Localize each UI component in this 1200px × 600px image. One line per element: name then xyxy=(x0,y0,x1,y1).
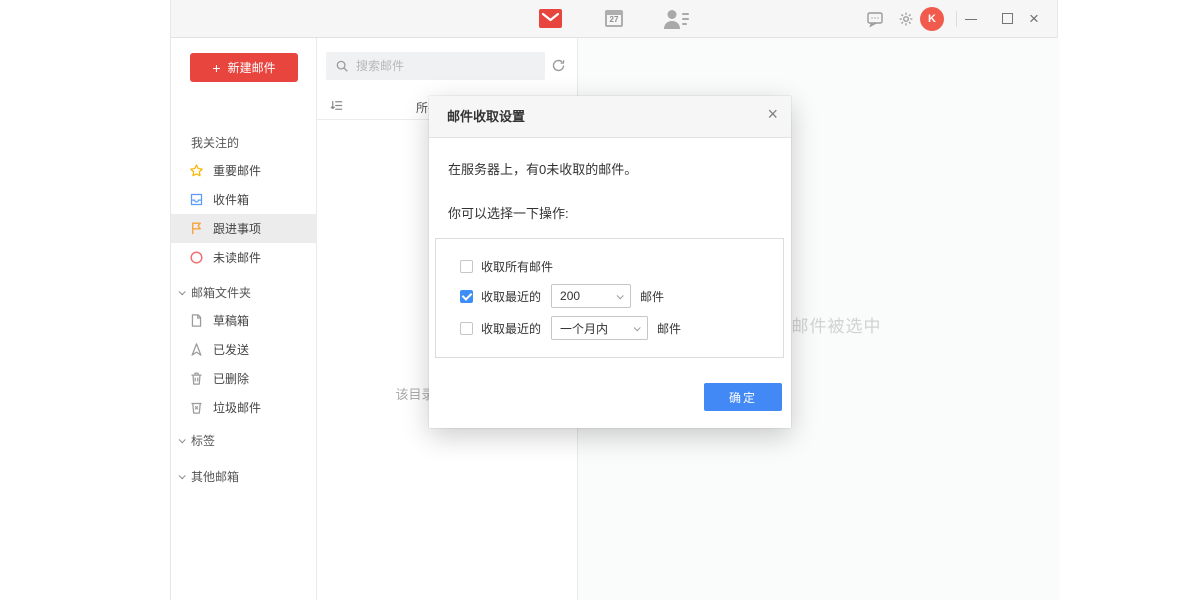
sidebar-item-label: 已发送 xyxy=(213,341,249,358)
sidebar-item-inbox[interactable]: 收件箱 xyxy=(171,185,317,214)
dialog-message: 在服务器上，有0未收取的邮件。 xyxy=(448,159,637,178)
confirm-button[interactable]: 确定 xyxy=(704,383,782,411)
sidebar-item-label: 垃圾邮件 xyxy=(213,399,261,416)
trash-icon xyxy=(189,371,204,386)
chevron-down-icon xyxy=(617,292,624,299)
labels-group-header[interactable]: 标签 xyxy=(179,432,215,449)
junk-icon xyxy=(189,400,204,415)
maximize-button[interactable] xyxy=(1002,13,1013,24)
period-select-value: 一个月内 xyxy=(560,320,608,337)
other-mailbox-group-label: 其他邮箱 xyxy=(191,468,239,485)
refresh-icon[interactable] xyxy=(551,58,566,73)
flag-icon xyxy=(189,221,204,236)
draft-icon xyxy=(189,313,204,328)
sidebar-item-label: 收件箱 xyxy=(213,191,249,208)
topbar-divider xyxy=(956,11,957,27)
option-label[interactable]: 收取最近的 xyxy=(481,320,541,337)
mail-retrieval-settings-dialog: 邮件收取设置 × 在服务器上，有0未收取的邮件。 你可以选择一下操作: 收取所有… xyxy=(429,96,791,428)
contacts-tab-icon[interactable] xyxy=(663,9,689,34)
chevron-down-icon xyxy=(179,288,186,295)
sort-icon[interactable] xyxy=(329,98,344,113)
option-label[interactable]: 收取最近的 xyxy=(481,288,541,305)
sent-icon xyxy=(189,342,204,357)
option-row-recent-period: 收取最近的 一个月内 邮件 xyxy=(460,316,681,340)
checkbox-recent-period[interactable] xyxy=(460,322,473,335)
minimize-button[interactable] xyxy=(964,12,978,26)
folders-group-header[interactable]: 邮箱文件夹 xyxy=(179,284,251,301)
sidebar-item-junk[interactable]: 垃圾邮件 xyxy=(171,393,317,422)
window-close-button[interactable]: × xyxy=(1029,7,1039,31)
feedback-icon[interactable] xyxy=(867,12,883,32)
chevron-down-icon xyxy=(179,472,186,479)
search-icon xyxy=(335,59,349,73)
dialog-prompt: 你可以选择一下操作: xyxy=(448,203,569,222)
avatar[interactable]: K xyxy=(920,7,944,31)
search-box[interactable] xyxy=(326,52,545,80)
plus-icon: + xyxy=(212,61,220,75)
period-select[interactable]: 一个月内 xyxy=(551,316,648,340)
checkbox-recent-count[interactable] xyxy=(460,290,473,303)
sidebar-item-sent[interactable]: 已发送 xyxy=(171,335,317,364)
dialog-close-icon[interactable]: × xyxy=(767,104,778,125)
dialog-title: 邮件收取设置 xyxy=(447,109,525,124)
sidebar: + 新建邮件 我关注的 重要邮件 收件箱 跟进事项 未读邮件 xyxy=(171,38,317,600)
sidebar-item-deleted[interactable]: 已删除 xyxy=(171,364,317,393)
labels-group-label: 标签 xyxy=(191,432,215,449)
sidebar-item-label: 跟进事项 xyxy=(213,220,261,237)
sidebar-item-followups[interactable]: 跟进事项 xyxy=(171,214,317,243)
count-select-value: 200 xyxy=(560,289,580,303)
mail-app-window: 27 K × + 新建邮件 我关注的 重要邮件 xyxy=(170,0,1058,600)
inbox-icon xyxy=(189,192,204,207)
mail-tab-icon[interactable] xyxy=(539,9,562,33)
dialog-header: 邮件收取设置 xyxy=(429,96,791,138)
star-icon xyxy=(189,163,204,178)
option-suffix: 邮件 xyxy=(640,288,664,305)
sidebar-item-label: 未读邮件 xyxy=(213,249,261,266)
option-label[interactable]: 收取所有邮件 xyxy=(481,258,553,275)
option-row-all: 收取所有邮件 xyxy=(460,258,553,275)
chevron-down-icon xyxy=(179,436,186,443)
sidebar-item-important[interactable]: 重要邮件 xyxy=(171,156,317,185)
unread-circle-icon xyxy=(189,250,204,265)
folders-group-label: 邮箱文件夹 xyxy=(191,284,251,301)
count-select[interactable]: 200 xyxy=(551,284,631,308)
option-suffix: 邮件 xyxy=(657,320,681,337)
compose-button[interactable]: + 新建邮件 xyxy=(190,53,298,82)
sidebar-item-drafts[interactable]: 草稿箱 xyxy=(171,306,317,335)
calendar-day: 27 xyxy=(610,15,619,24)
sidebar-item-unread[interactable]: 未读邮件 xyxy=(171,243,317,272)
search-input[interactable] xyxy=(356,59,526,73)
sidebar-item-label: 已删除 xyxy=(213,370,249,387)
settings-gear-icon[interactable] xyxy=(898,11,914,32)
top-bar: 27 K × xyxy=(171,0,1057,38)
avatar-letter: K xyxy=(928,13,936,25)
chevron-down-icon xyxy=(634,324,641,331)
checkbox-retrieve-all[interactable] xyxy=(460,260,473,273)
options-box: 收取所有邮件 收取最近的 200 邮件 收取最近的 一个月内 邮件 xyxy=(435,238,784,358)
compose-label: 新建邮件 xyxy=(228,59,276,76)
sidebar-item-label: 草稿箱 xyxy=(213,312,249,329)
other-mailbox-group-header[interactable]: 其他邮箱 xyxy=(179,468,239,485)
calendar-tab-icon[interactable]: 27 xyxy=(605,10,623,27)
followed-group-header: 我关注的 xyxy=(191,134,239,151)
sidebar-item-label: 重要邮件 xyxy=(213,162,261,179)
option-row-recent-count: 收取最近的 200 邮件 xyxy=(460,284,664,308)
